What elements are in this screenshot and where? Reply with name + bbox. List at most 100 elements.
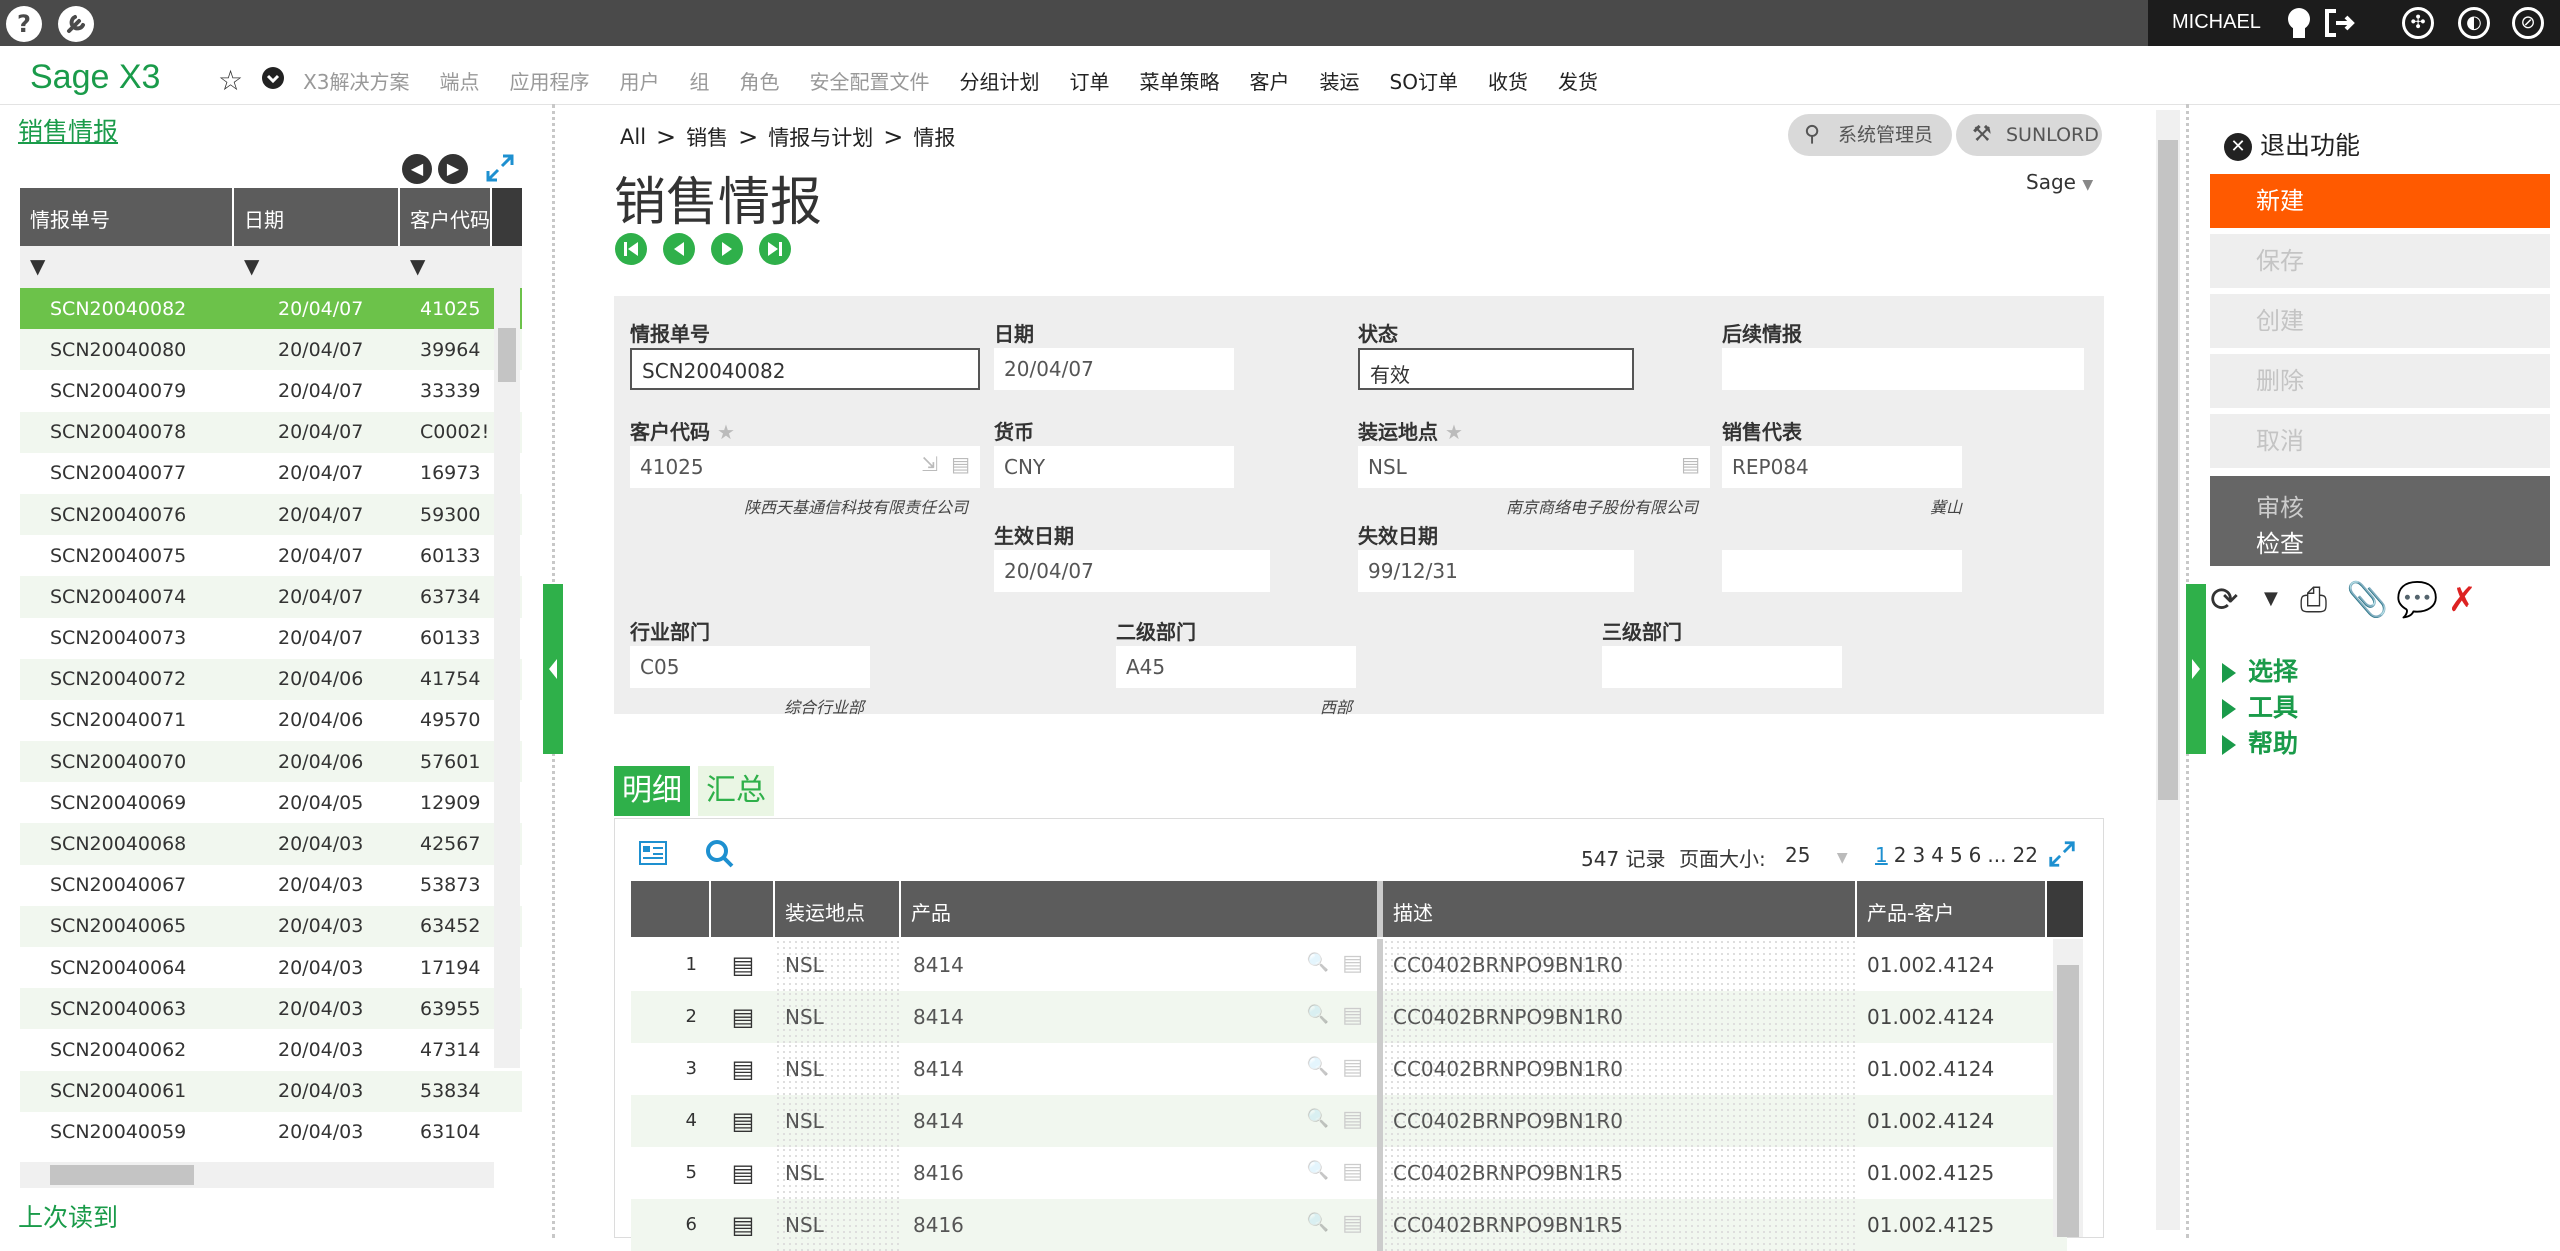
save-button[interactable]: 保存 [2210, 234, 2550, 288]
breadcrumb-item[interactable]: All [620, 125, 646, 149]
table-row[interactable]: 4 ▤ NSL 8414 🔍 ▤ CC0402BRNPO9BN1R0 01.002.4124 [631, 1095, 2067, 1147]
customer-product-cell[interactable]: 01.002.4124 [1857, 1095, 2047, 1147]
site-cell[interactable]: NSL [775, 1199, 901, 1251]
filter-icon[interactable]: ▼ [20, 246, 234, 288]
table-row[interactable]: 3 ▤ NSL 8414 🔍 ▤ CC0402BRNPO9BN1R0 01.002.4124 [631, 1043, 2067, 1095]
power-icon[interactable]: ⊘ [2512, 7, 2544, 39]
settings-icon[interactable] [58, 6, 94, 42]
breadcrumb-item[interactable]: 销售 [686, 122, 728, 152]
list-item[interactable]: SCN20040067 20/04/03 53873 [20, 865, 522, 906]
page-link[interactable]: 5 [1950, 843, 1963, 867]
column-header[interactable]: 日期 [234, 188, 400, 246]
menu-item-security-profile[interactable]: 安全配置文件 [810, 66, 930, 95]
menu-item-endpoint[interactable]: 端点 [440, 66, 480, 95]
industry-dept-field[interactable]: C05 [630, 646, 870, 688]
expiry-date-field[interactable]: 99/12/31 [1358, 550, 1634, 592]
list-item[interactable]: SCN20040080 20/04/07 39964 [20, 329, 522, 371]
breadcrumb-item[interactable]: 情报与计划 [768, 122, 873, 152]
menu-item-customers[interactable]: 客户 [1250, 66, 1290, 95]
left-vertical-scrollbar[interactable] [494, 288, 520, 1068]
description-cell[interactable]: CC0402BRNPO9BN1R5 [1383, 1199, 1857, 1251]
customer-product-cell[interactable]: 01.002.4125 [1857, 1147, 2047, 1199]
description-cell[interactable]: CC0402BRNPO9BN1R0 [1383, 1043, 1857, 1095]
left-panel-title[interactable]: 销售情报 [18, 112, 118, 148]
row-detail-icon[interactable]: ▤ [711, 1199, 775, 1251]
table-row[interactable]: 1 ▤ NSL 8414 🔍 ▤ CC0402BRNPO9BN1R0 01.002.4124 [631, 939, 2067, 991]
comment-icon[interactable]: 💬 [2396, 580, 2438, 620]
refresh-icon[interactable]: ⟳ [2210, 580, 2239, 620]
customer-product-cell[interactable]: 01.002.4125 [1857, 1199, 2047, 1251]
next-record-icon[interactable] [710, 232, 744, 270]
filter-icon[interactable]: ▼ [400, 246, 492, 288]
second-dept-field[interactable]: A45 [1116, 646, 1356, 688]
card-view-icon[interactable] [639, 841, 667, 869]
site-cell[interactable]: NSL [775, 1147, 901, 1199]
column-header[interactable]: 产品 [901, 881, 1383, 937]
page-link[interactable]: 6 [1969, 843, 1982, 867]
tab-detail[interactable]: 明细 [614, 766, 690, 816]
section-tools[interactable]: 工具 [2222, 688, 2298, 724]
product-cell[interactable]: 8416 🔍 ▤ [901, 1147, 1383, 1199]
audit-button[interactable]: 审核 [2256, 488, 2304, 523]
row-detail-icon[interactable]: ▤ [711, 1147, 775, 1199]
description-cell[interactable]: CC0402BRNPO9BN1R0 [1383, 939, 1857, 991]
previous-icon[interactable]: ◀ [402, 154, 432, 184]
blank-field[interactable] [1722, 550, 1962, 592]
user-name[interactable]: MICHAEL [2172, 11, 2261, 34]
list-item[interactable]: SCN20040073 20/04/07 60133 [20, 618, 522, 659]
sage-logo[interactable]: Sage X3 [30, 58, 160, 97]
search-icon[interactable]: 🔍 [1307, 1004, 1329, 1025]
customer-product-cell[interactable]: 01.002.4124 [1857, 1043, 2047, 1095]
detail-scroll-thumb[interactable] [2057, 965, 2079, 1237]
sage-dropdown[interactable]: Sage ▼ [2026, 170, 2093, 194]
third-dept-field[interactable] [1602, 646, 1842, 688]
attachment-icon[interactable]: 📎 [2346, 580, 2388, 620]
unpin-icon[interactable]: ✗ [2448, 580, 2477, 620]
site-cell[interactable]: NSL [775, 939, 901, 991]
menu-item-group-plan[interactable]: 分组计划 [960, 66, 1040, 95]
customer-product-cell[interactable]: 01.002.4124 [1857, 939, 2047, 991]
product-cell[interactable]: 8416 🔍 ▤ [901, 1199, 1383, 1251]
favorite-star-icon[interactable]: ☆ [218, 64, 243, 97]
list-item[interactable]: SCN20040061 20/04/03 53834 [20, 1070, 522, 1112]
detail-card-icon[interactable]: ▤ [1342, 1211, 1363, 1236]
site-cell[interactable]: NSL [775, 1095, 901, 1147]
breadcrumb-item[interactable]: 情报 [913, 122, 955, 152]
detail-card-icon[interactable]: ▤ [951, 452, 970, 476]
exit-function-button[interactable]: ✕ 退出功能 [2224, 126, 2360, 162]
column-header[interactable]: 装运地点 [775, 881, 901, 937]
list-item[interactable]: SCN20040075 20/04/07 60133 [20, 535, 522, 576]
list-item[interactable]: SCN20040076 20/04/07 59300 [20, 493, 522, 536]
left-horizontal-scrollbar[interactable] [20, 1162, 494, 1188]
customer-product-cell[interactable]: 01.002.4124 [1857, 991, 2047, 1043]
list-item[interactable]: SCN20040082 20/04/07 41025 [20, 288, 522, 330]
date-field[interactable]: 20/04/07 [994, 348, 1234, 390]
page-link[interactable]: 22 [2012, 843, 2037, 867]
delete-button[interactable]: 删除 [2210, 354, 2550, 408]
globe-icon[interactable]: ◐ [2458, 7, 2490, 39]
menu-item-groups[interactable]: 组 [690, 66, 710, 95]
shipping-site-field[interactable]: NSL ▤ [1358, 446, 1710, 488]
detail-card-icon[interactable]: ▤ [1681, 452, 1700, 476]
previous-record-icon[interactable] [662, 232, 696, 270]
main-scroll-thumb[interactable] [2158, 140, 2178, 800]
page-link[interactable]: 4 [1931, 843, 1944, 867]
list-item[interactable]: SCN20040059 20/04/03 63104 [20, 1112, 522, 1153]
customer-code-field[interactable]: 41025 ⇲ ▤ [630, 446, 980, 488]
search-icon[interactable]: 🔍 [1307, 1056, 1329, 1077]
page-link[interactable]: 1 [1875, 843, 1888, 867]
table-row[interactable]: 5 ▤ NSL 8416 🔍 ▤ CC0402BRNPO9BN1R5 01.002.4125 [631, 1147, 2067, 1199]
list-item[interactable]: SCN20040065 20/04/03 63452 [20, 905, 522, 947]
menu-item-roles[interactable]: 角色 [740, 66, 780, 95]
tab-summary[interactable]: 汇总 [698, 766, 774, 816]
detail-card-icon[interactable]: ▤ [1342, 951, 1363, 976]
currency-field[interactable]: CNY [994, 446, 1234, 488]
list-item[interactable]: SCN20040068 20/04/03 42567 [20, 823, 522, 865]
section-help[interactable]: 帮助 [2222, 724, 2298, 760]
intel-number-field[interactable]: SCN20040082 [630, 348, 980, 390]
expand-icon[interactable] [484, 152, 516, 188]
filter-icon[interactable]: ▼ [234, 246, 400, 288]
caret-down-icon[interactable]: ▼ [2264, 588, 2278, 609]
list-item[interactable]: SCN20040062 20/04/03 47314 [20, 1029, 522, 1070]
search-icon[interactable]: 🔍 [1307, 1108, 1329, 1129]
